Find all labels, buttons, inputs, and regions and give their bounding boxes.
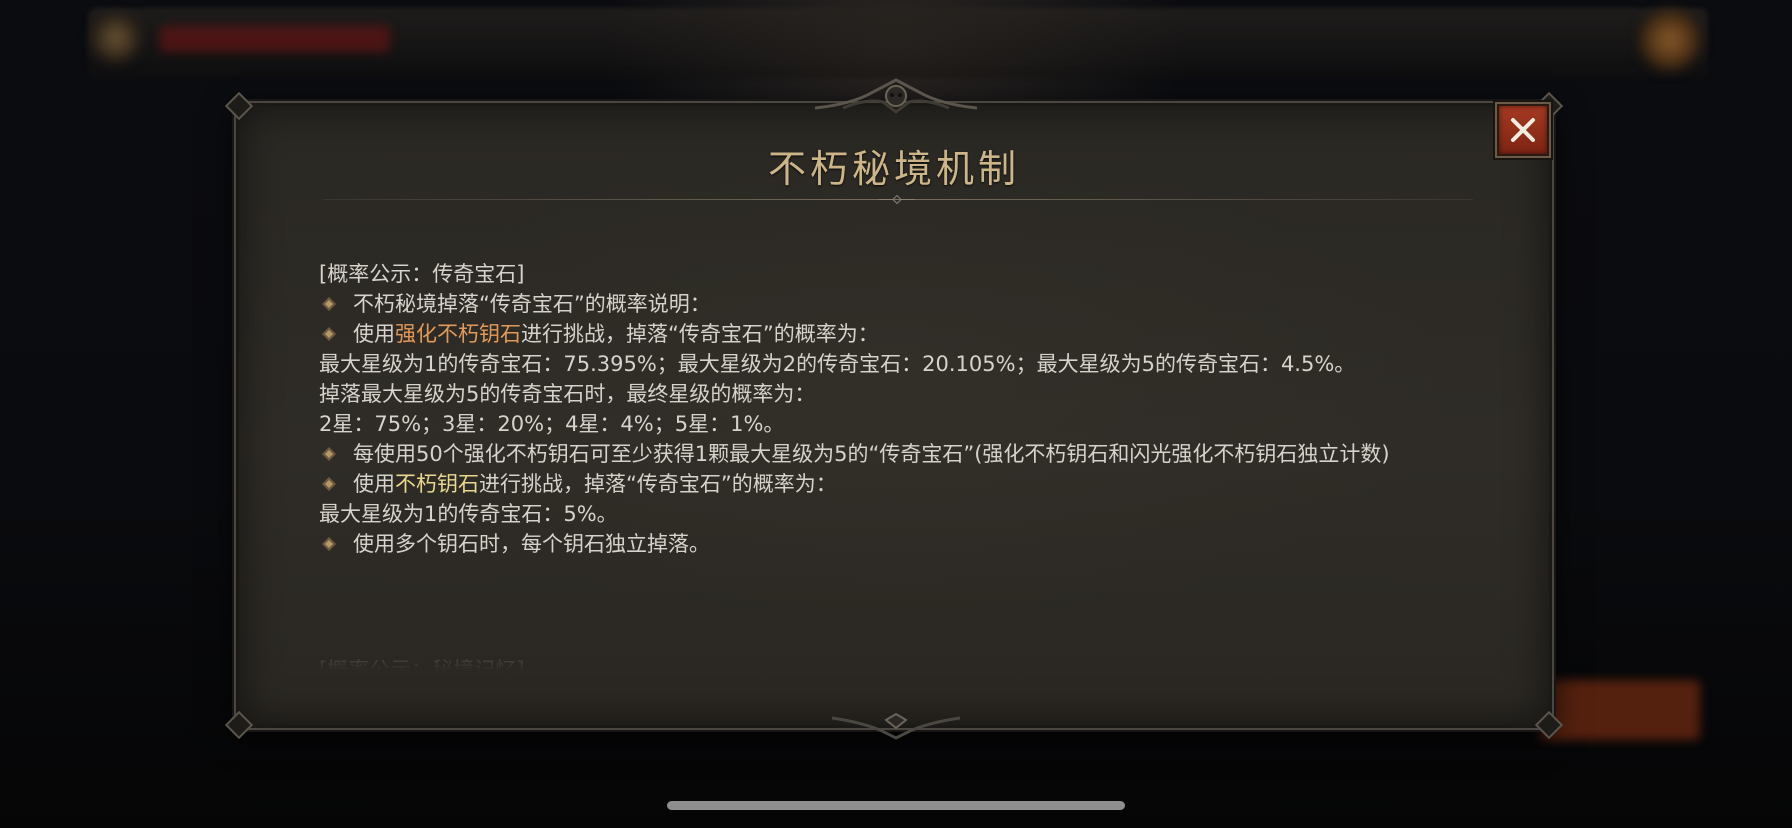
background-action-button bbox=[1540, 680, 1700, 740]
diamond-bullet-icon bbox=[322, 297, 336, 311]
divider-ornament-icon bbox=[879, 195, 915, 204]
diamond-bullet-icon bbox=[322, 447, 336, 461]
probability-line: 2星：75%；3星：20%；4星：4%；5星：1%。 bbox=[319, 412, 785, 436]
probability-content: [概率公示：传奇宝石] 不朽秘境掉落“传奇宝石”的概率说明： 使用强化不朽钥石进… bbox=[319, 259, 1497, 559]
section-heading: [概率公示：传奇宝石] bbox=[319, 262, 525, 286]
list-item: 使用多个钥石时，每个钥石独立掉落。 bbox=[319, 529, 1497, 559]
diamond-bullet-icon bbox=[322, 537, 336, 551]
mechanism-dialog: 不朽秘境机制 [概率公示：传奇宝石] 不朽秘境掉落“传奇宝石”的概率说明： 使用… bbox=[224, 91, 1564, 740]
list-item: 每使用50个强化不朽钥石可至少获得1颗最大星级为5的“传奇宝石”(强化不朽钥石和… bbox=[319, 439, 1497, 469]
next-section-heading: [概率公示：秘境记忆] bbox=[319, 658, 525, 682]
probability-line: 最大星级为1的传奇宝石：75.395%；最大星级为2的传奇宝石：20.105%；… bbox=[319, 352, 1356, 376]
key-highlight: 不朽钥石 bbox=[395, 472, 479, 496]
bottom-crest-icon bbox=[831, 712, 961, 740]
probability-line: 掉落最大星级为5的传奇宝石时，最终星级的概率为： bbox=[319, 382, 816, 406]
close-x-icon bbox=[1511, 118, 1535, 142]
dialog-title: 不朽秘境机制 bbox=[767, 147, 1020, 191]
list-item: 使用不朽钥石进行挑战，掉落“传奇宝石”的概率为： bbox=[319, 469, 1497, 499]
list-item: 不朽秘境掉落“传奇宝石”的概率说明： bbox=[319, 289, 1497, 319]
background-title-blur bbox=[160, 26, 390, 52]
diamond-bullet-icon bbox=[322, 327, 336, 341]
list-item: 使用强化不朽钥石进行挑战，掉落“传奇宝石”的概率为： bbox=[319, 319, 1497, 349]
probability-line: 最大星级为1的传奇宝石：5%。 bbox=[319, 502, 618, 526]
skull-crest-icon bbox=[814, 78, 978, 114]
background-menu-icon bbox=[1640, 10, 1700, 70]
diamond-bullet-icon bbox=[322, 477, 336, 491]
home-indicator[interactable] bbox=[667, 801, 1125, 810]
enhanced-key-highlight: 强化不朽钥石 bbox=[395, 322, 521, 346]
background-avatar bbox=[92, 14, 140, 62]
close-button[interactable] bbox=[1497, 104, 1549, 156]
